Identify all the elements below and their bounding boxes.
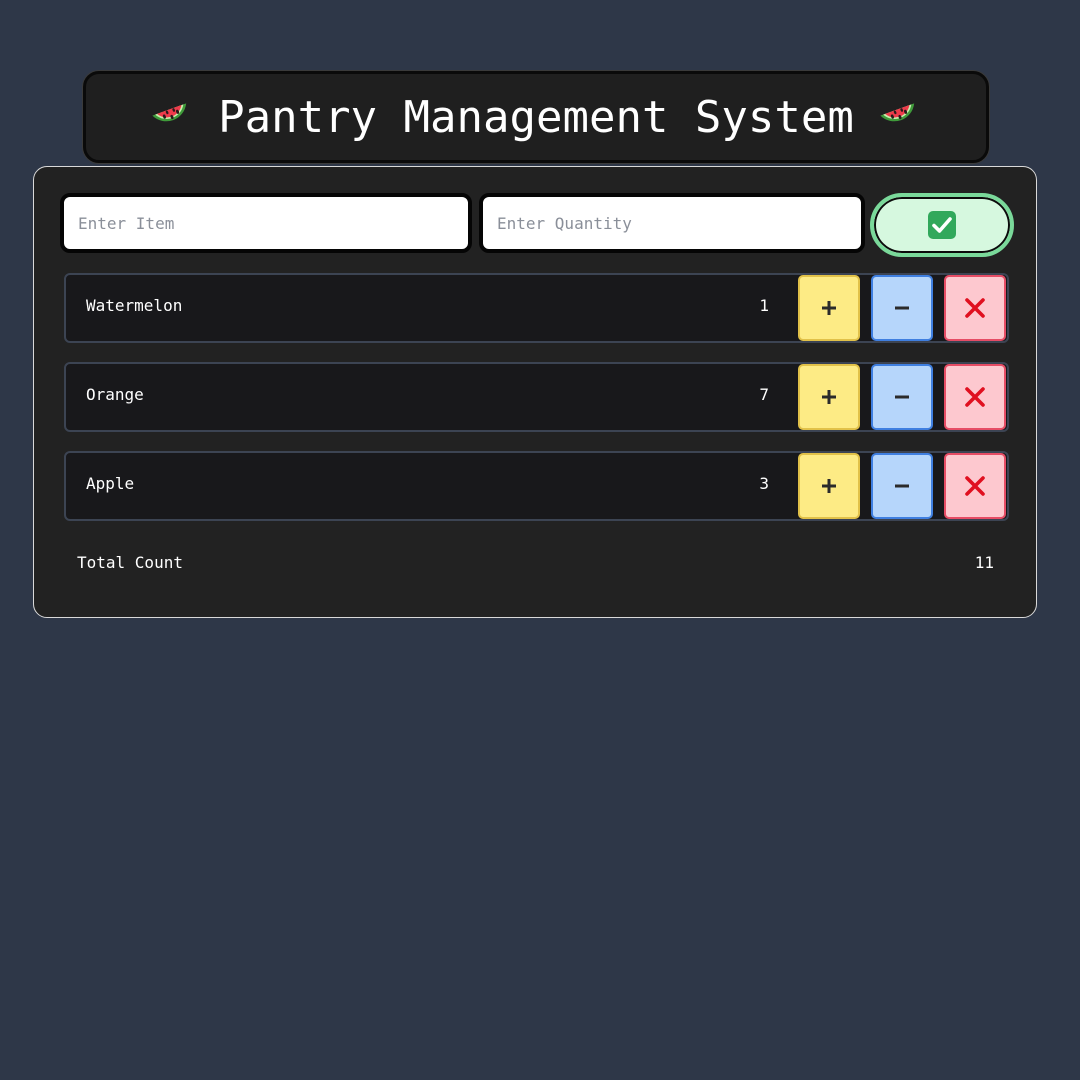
check-mark-icon [928, 211, 956, 239]
pantry-panel: Watermelon 1 Orange 7 Apple 3 [33, 166, 1037, 618]
increment-button[interactable] [798, 275, 860, 341]
plus-icon [822, 301, 836, 315]
list-item: Orange 7 [64, 362, 1009, 432]
decrement-button[interactable] [871, 275, 933, 341]
cross-icon [965, 387, 985, 407]
delete-button[interactable] [944, 364, 1006, 430]
decrement-button[interactable] [871, 453, 933, 519]
item-quantity: 1 [759, 296, 769, 315]
minus-icon [895, 306, 909, 310]
plus-icon [822, 390, 836, 404]
item-quantity: 7 [759, 385, 769, 404]
minus-icon [895, 395, 909, 399]
watermelon-icon [150, 95, 194, 139]
minus-icon [895, 484, 909, 488]
header-banner: Pantry Management System [83, 71, 989, 163]
list-item: Apple 3 [64, 451, 1009, 521]
item-name-input[interactable] [60, 193, 472, 253]
cross-icon [965, 476, 985, 496]
decrement-button[interactable] [871, 364, 933, 430]
total-count-label: Total Count [77, 553, 183, 572]
watermelon-icon [878, 95, 922, 139]
delete-button[interactable] [944, 453, 1006, 519]
total-count-value: 11 [974, 553, 994, 572]
quantity-input[interactable] [479, 193, 865, 253]
cross-icon [965, 298, 985, 318]
delete-button[interactable] [944, 275, 1006, 341]
item-quantity: 3 [759, 474, 769, 493]
increment-button[interactable] [798, 453, 860, 519]
increment-button[interactable] [798, 364, 860, 430]
page-title: Pantry Management System [218, 91, 854, 143]
item-name: Apple [86, 474, 135, 493]
item-name: Orange [86, 385, 144, 404]
list-item: Watermelon 1 [64, 273, 1009, 343]
item-name: Watermelon [86, 296, 183, 315]
add-item-button[interactable] [870, 193, 1014, 257]
plus-icon [822, 479, 836, 493]
